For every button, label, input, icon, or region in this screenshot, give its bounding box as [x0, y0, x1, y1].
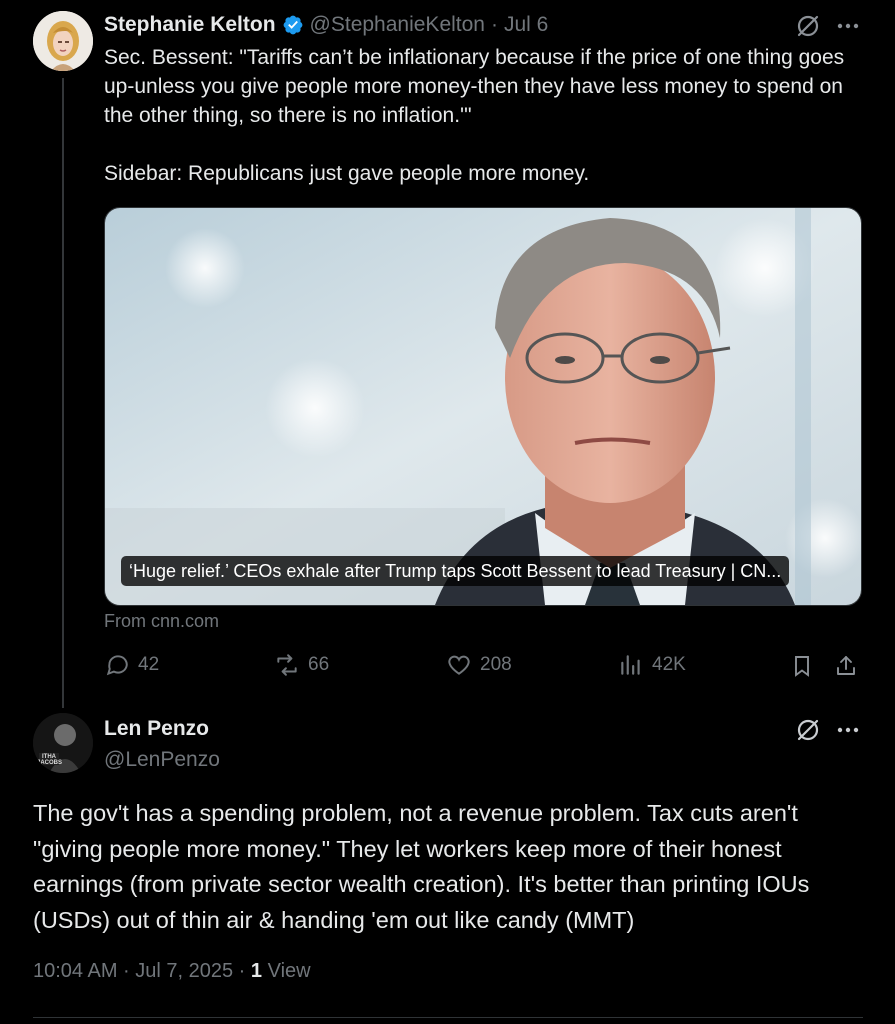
- tweet-date[interactable]: Jul 6: [504, 13, 548, 37]
- tweet-1-text: Sec. Bessent: "Tariffs can’t be inflatio…: [104, 43, 874, 188]
- share-icon[interactable]: [832, 652, 860, 680]
- tweet-1-header: Stephanie Kelton @StephanieKelton · Jul …: [104, 11, 548, 39]
- tweet-2[interactable]: ITHA JACOBS Len Penzo @LenPenzo The gov'…: [0, 705, 895, 1024]
- handle[interactable]: @StephanieKelton: [310, 13, 485, 37]
- like-button[interactable]: 208: [446, 652, 512, 678]
- avatar-stephanie-kelton[interactable]: [33, 11, 93, 71]
- verified-badge-icon: [282, 14, 304, 36]
- grok-icon[interactable]: [794, 716, 822, 744]
- tweet-timestamp[interactable]: 10:04 AM · Jul 7, 2025 ·: [33, 960, 251, 982]
- view-count: 1: [250, 960, 263, 982]
- views-button[interactable]: 42K: [618, 652, 686, 678]
- repost-button[interactable]: 66: [274, 652, 329, 678]
- display-name[interactable]: Stephanie Kelton: [104, 13, 276, 37]
- views-icon: [621, 655, 640, 675]
- reply-count: 42: [138, 654, 160, 675]
- avatar-len-penzo[interactable]: ITHA JACOBS: [33, 713, 93, 773]
- handle[interactable]: @LenPenzo: [104, 748, 220, 772]
- more-icon[interactable]: [834, 12, 862, 40]
- link-card-caption: ‘Huge relief.’ CEOs exhale after Trump t…: [121, 556, 790, 586]
- view-label: View: [262, 960, 311, 982]
- link-card-source[interactable]: From cnn.com: [104, 611, 219, 632]
- reply-icon: [106, 655, 128, 676]
- thread-connector-line: [62, 78, 64, 708]
- tweet-1[interactable]: Stephanie Kelton @StephanieKelton · Jul …: [0, 0, 895, 708]
- bookmark-icon[interactable]: [788, 652, 816, 680]
- tweet-1-paragraph-2: Sidebar: Republicans just gave people mo…: [104, 162, 590, 185]
- tweet-2-text: The gov't has a spending problem, not a …: [33, 800, 810, 933]
- more-icon[interactable]: [834, 716, 862, 744]
- link-card[interactable]: ‘Huge relief.’ CEOs exhale after Trump t…: [104, 207, 862, 606]
- display-name[interactable]: Len Penzo: [104, 717, 209, 741]
- reply-button[interactable]: 42: [104, 652, 159, 678]
- grok-icon[interactable]: [794, 12, 822, 40]
- repost-count: 66: [308, 654, 330, 675]
- link-card-image: [105, 208, 861, 605]
- like-count: 208: [480, 654, 512, 675]
- repost-icon: [277, 654, 297, 676]
- avatar-text: ITHA JACOBS: [37, 754, 63, 766]
- views-count: 42K: [652, 654, 686, 675]
- tweet-2-meta: 10:04 AM · Jul 7, 2025 · 1 View: [33, 960, 311, 983]
- tweet-1-paragraph-1: Sec. Bessent: "Tariffs can’t be inflatio…: [104, 46, 845, 127]
- divider: [33, 1017, 863, 1018]
- like-icon: [448, 655, 470, 675]
- separator-dot: ·: [490, 13, 498, 36]
